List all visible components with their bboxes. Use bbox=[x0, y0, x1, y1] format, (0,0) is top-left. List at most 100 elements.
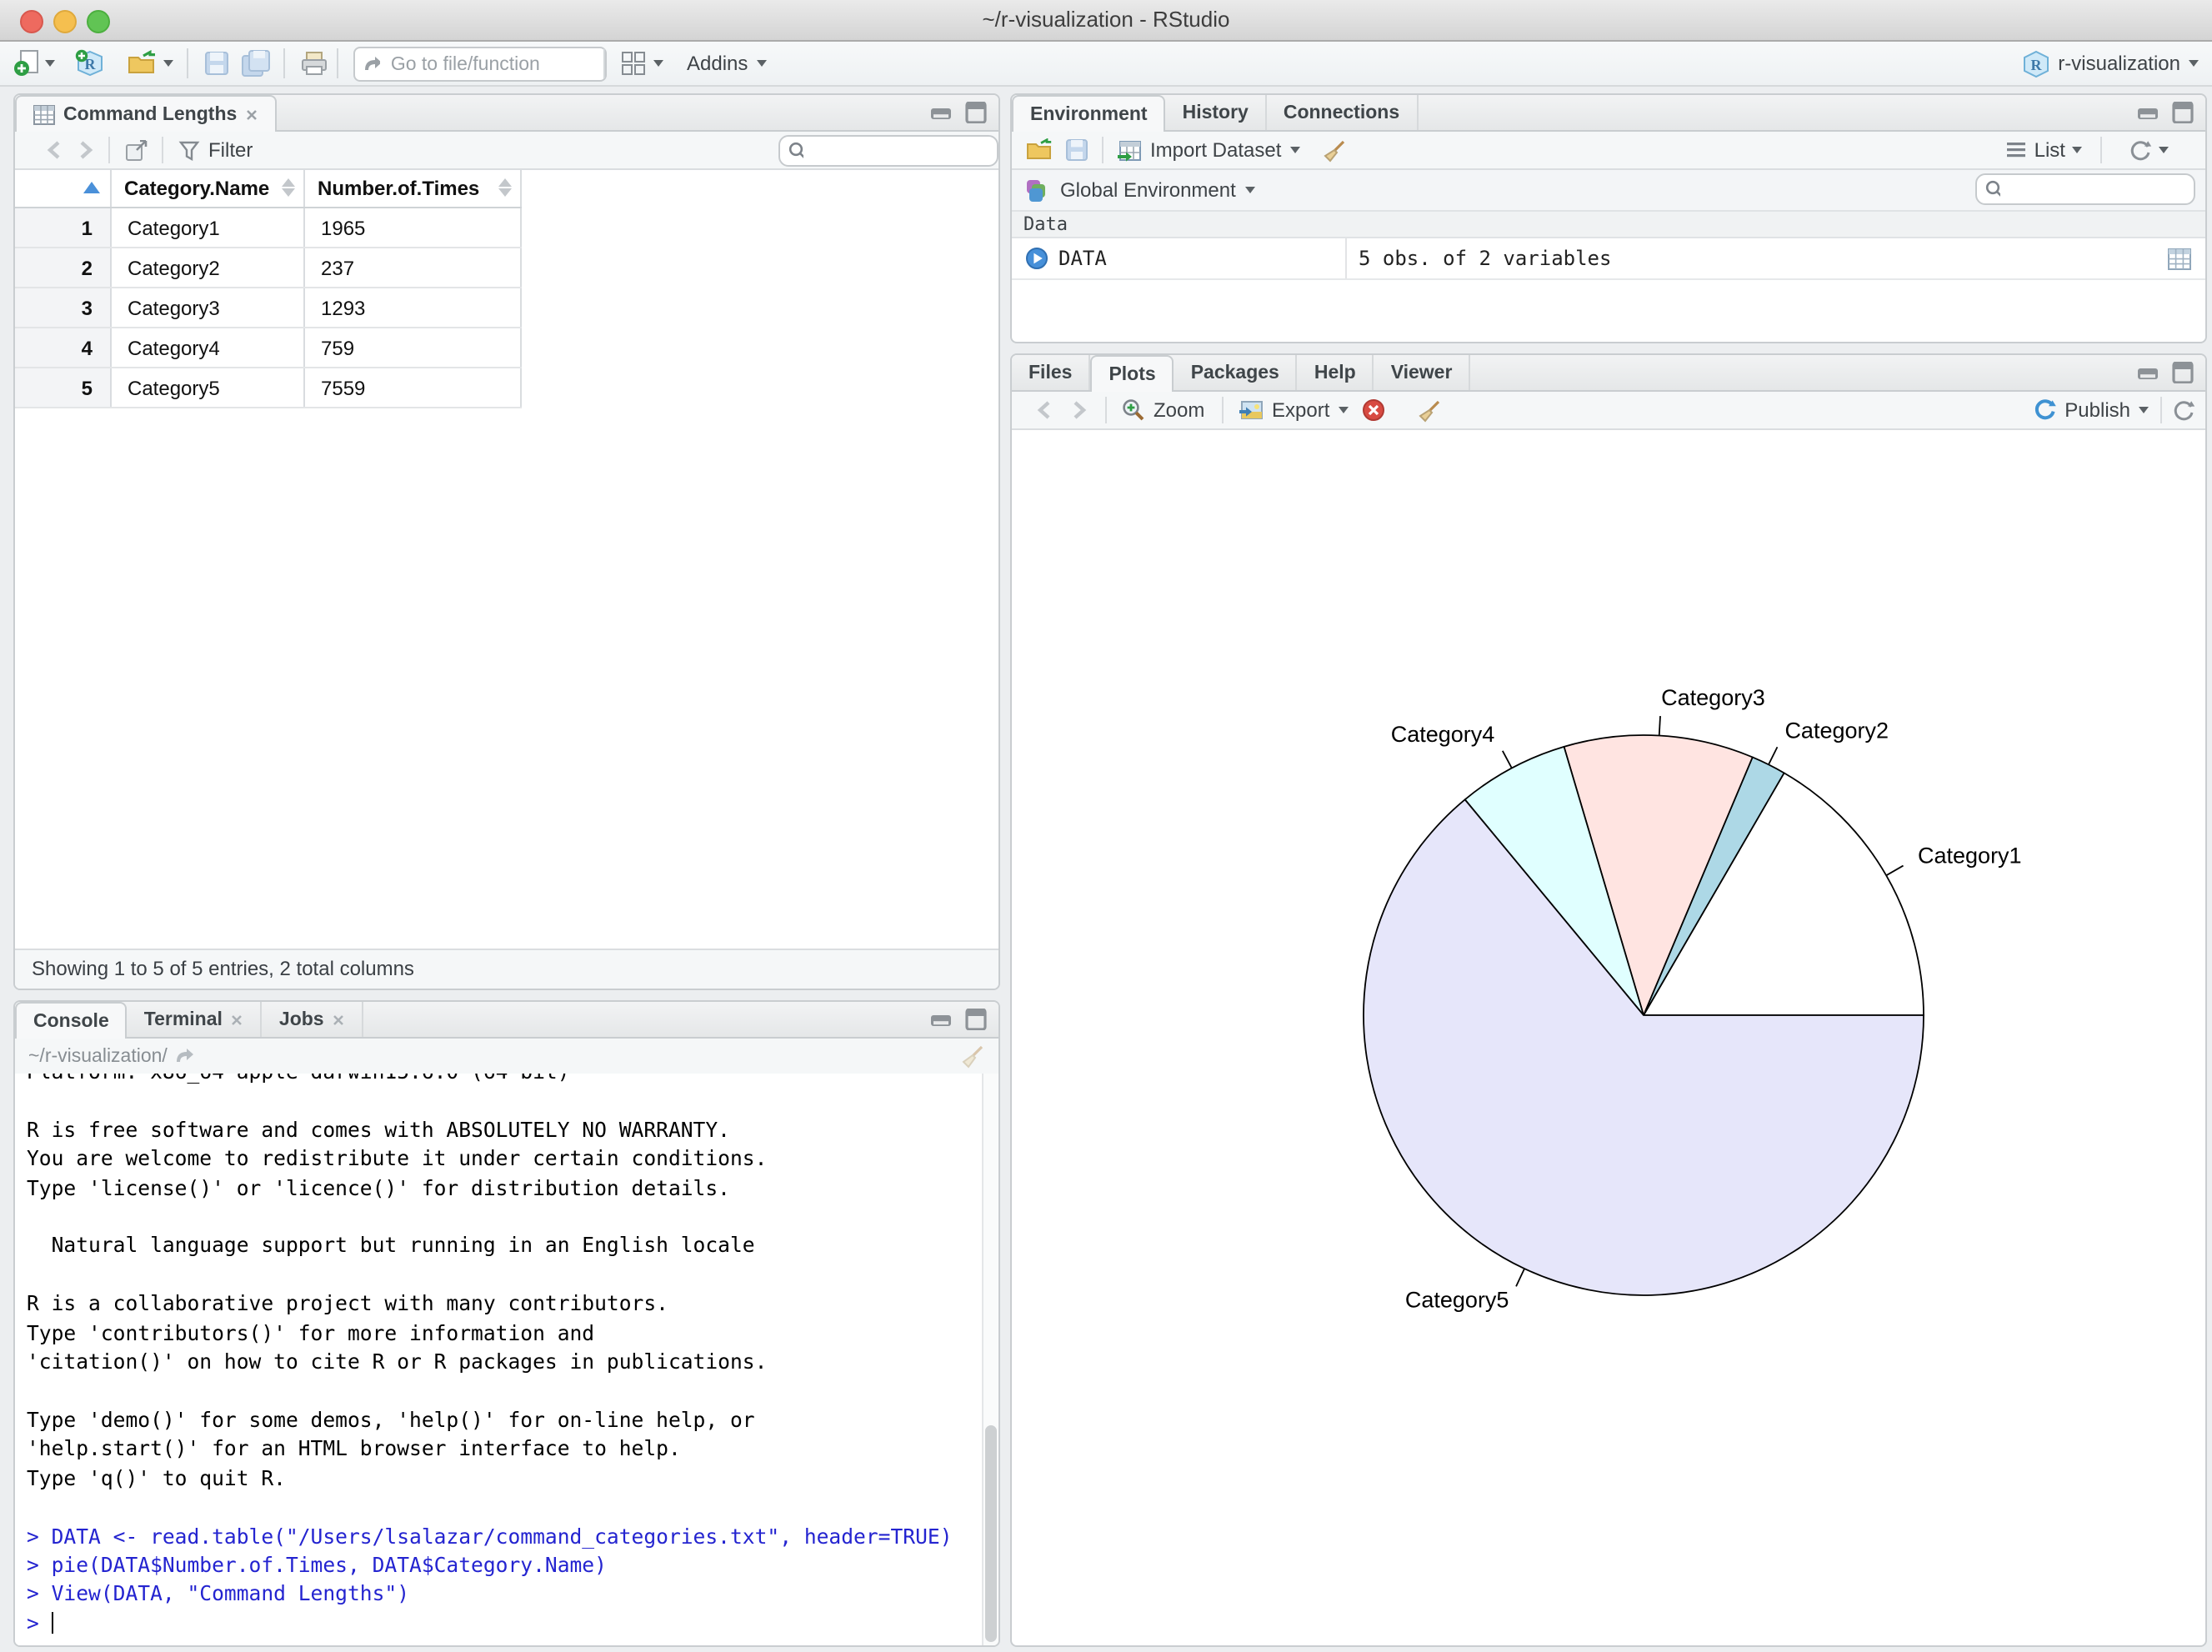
environment-object-row[interactable]: DATA 5 obs. of 2 variables bbox=[1012, 238, 2205, 280]
open-file-menu-caret[interactable] bbox=[163, 48, 173, 78]
table-cell bbox=[520, 328, 995, 368]
toolbar-separator bbox=[187, 48, 188, 78]
chevron-down-icon[interactable] bbox=[1245, 187, 1256, 193]
close-icon[interactable] bbox=[231, 1013, 244, 1026]
environment-pane: Environment History Connections Import D… bbox=[1010, 93, 2207, 343]
tab-help[interactable]: Help bbox=[1298, 355, 1374, 390]
tab-terminal[interactable]: Terminal bbox=[128, 1002, 263, 1037]
goto-file-box[interactable] bbox=[353, 47, 607, 82]
table-cell bbox=[520, 288, 995, 328]
table-cell: Category3 bbox=[110, 288, 304, 328]
filter-button[interactable]: Filter bbox=[178, 135, 253, 165]
column-header-number-of-times[interactable]: Number.of.Times bbox=[303, 170, 521, 208]
titlebar[interactable]: ~/r-visualization - RStudio bbox=[0, 0, 2212, 42]
view-data-grid-icon[interactable] bbox=[2167, 248, 2192, 269]
table-cell: 5 bbox=[15, 368, 111, 408]
clear-console-broom-icon[interactable] bbox=[958, 1043, 985, 1069]
print-icon bbox=[302, 52, 327, 75]
goto-directory-icon[interactable] bbox=[176, 1047, 196, 1065]
list-view-button[interactable]: List bbox=[2007, 135, 2082, 165]
next-plot-button[interactable] bbox=[1068, 395, 1088, 425]
publish-plot-button[interactable]: Publish bbox=[2031, 395, 2149, 425]
pane-layout-caret[interactable] bbox=[653, 48, 663, 78]
new-file-button[interactable] bbox=[13, 48, 42, 78]
nav-back-button[interactable] bbox=[45, 135, 65, 165]
nav-forward-button[interactable] bbox=[75, 135, 95, 165]
tab-plots[interactable]: Plots bbox=[1090, 355, 1174, 392]
maximize-pane-icon[interactable] bbox=[965, 102, 987, 123]
pie-chart: Category1 Category2 Category3 Category4 Cate… bbox=[1363, 685, 2022, 1313]
expand-object-play-icon[interactable] bbox=[1025, 247, 1048, 270]
tab-label: Files bbox=[1028, 363, 1073, 383]
close-icon[interactable] bbox=[245, 108, 258, 121]
tab-packages[interactable]: Packages bbox=[1174, 355, 1298, 390]
maximize-pane-icon[interactable] bbox=[965, 1009, 987, 1030]
table-cell: 7559 bbox=[303, 368, 521, 408]
tab-command-lengths[interactable]: Command Lengths bbox=[15, 95, 278, 132]
save-all-button[interactable] bbox=[240, 48, 272, 78]
clear-all-plots-button[interactable] bbox=[1415, 395, 1442, 425]
toolbar-separator bbox=[2160, 397, 2162, 423]
addins-label: Addins bbox=[687, 52, 748, 75]
tab-files[interactable]: Files bbox=[1012, 355, 1091, 390]
minimize-pane-icon[interactable] bbox=[2137, 362, 2159, 383]
export-plot-button[interactable]: Export bbox=[1239, 395, 1349, 425]
save-all-icon bbox=[242, 50, 270, 77]
goto-file-input[interactable] bbox=[387, 53, 597, 76]
import-dataset-button[interactable]: Import Dataset bbox=[1117, 135, 1300, 165]
tab-jobs[interactable]: Jobs bbox=[263, 1002, 364, 1037]
console-output[interactable]: Platform: x86_64-apple-darwin15.6.0 (64-… bbox=[15, 1074, 983, 1645]
addins-button[interactable]: Addins bbox=[687, 48, 767, 78]
maximize-pane-icon[interactable] bbox=[2172, 362, 2194, 383]
save-button[interactable] bbox=[203, 48, 230, 78]
global-environment-icon bbox=[1027, 179, 1045, 201]
new-file-menu-caret[interactable] bbox=[45, 48, 55, 78]
load-workspace-button[interactable] bbox=[1025, 135, 1053, 165]
refresh-plot-button[interactable] bbox=[2172, 395, 2195, 425]
tab-environment[interactable]: Environment bbox=[1012, 95, 1166, 132]
scope-selector[interactable]: Global Environment bbox=[1060, 178, 1236, 202]
import-dataset-icon bbox=[1118, 140, 1141, 161]
remove-plot-red-x-icon bbox=[1363, 399, 1384, 421]
environment-search-box[interactable] bbox=[1975, 173, 2195, 205]
project-menu-button[interactable]: R r-visualization bbox=[2021, 48, 2199, 78]
maximize-pane-icon[interactable] bbox=[2172, 102, 2194, 123]
minimize-pane-icon[interactable] bbox=[2137, 102, 2159, 123]
tab-viewer[interactable]: Viewer bbox=[1374, 355, 1471, 390]
console-line: > View(DATA, "Command Lengths") bbox=[27, 1582, 410, 1606]
zoom-plot-button[interactable]: Zoom bbox=[1122, 395, 1204, 425]
pane-layout-button[interactable] bbox=[620, 48, 647, 78]
environment-search-input[interactable] bbox=[2007, 178, 2185, 201]
clear-environment-button[interactable] bbox=[1320, 135, 1347, 165]
environment-toolbar: Import Dataset List bbox=[1012, 132, 2205, 170]
previous-plot-button[interactable] bbox=[1035, 395, 1055, 425]
tab-console[interactable]: Console bbox=[15, 1002, 128, 1039]
rownum-header[interactable] bbox=[15, 170, 111, 208]
toolbar-separator bbox=[603, 48, 605, 78]
scrollbar-thumb[interactable] bbox=[985, 1424, 997, 1642]
forward-arrow-icon bbox=[80, 141, 93, 159]
column-header-category-name[interactable]: Category.Name bbox=[110, 170, 304, 208]
broom-icon bbox=[1324, 139, 1345, 162]
open-in-new-window-button[interactable] bbox=[125, 135, 148, 165]
tab-connections[interactable]: Connections bbox=[1267, 95, 1419, 130]
open-file-button[interactable] bbox=[127, 48, 158, 78]
remove-plot-button[interactable] bbox=[1362, 395, 1385, 425]
pie-label-leader-line bbox=[1885, 864, 1904, 877]
viewer-search-box[interactable] bbox=[778, 135, 998, 167]
new-project-button[interactable]: R bbox=[73, 48, 107, 78]
console-scrollbar[interactable] bbox=[982, 1074, 998, 1645]
toolbar-separator bbox=[1222, 397, 1224, 423]
toolbar-separator bbox=[283, 48, 285, 78]
print-button[interactable] bbox=[300, 48, 328, 78]
minimize-pane-icon[interactable] bbox=[930, 102, 952, 123]
minimize-pane-icon[interactable] bbox=[930, 1009, 952, 1030]
refresh-environment-button[interactable] bbox=[2129, 135, 2169, 165]
close-icon[interactable] bbox=[333, 1013, 346, 1026]
tab-history[interactable]: History bbox=[1166, 95, 1267, 130]
refresh-icon bbox=[2174, 401, 2195, 421]
data-viewer-pane: Command Lengths Filter Category.Name Num… bbox=[13, 93, 1000, 990]
save-workspace-button[interactable] bbox=[1065, 135, 1088, 165]
back-arrow-icon bbox=[47, 141, 60, 159]
viewer-search-input[interactable] bbox=[810, 139, 988, 163]
